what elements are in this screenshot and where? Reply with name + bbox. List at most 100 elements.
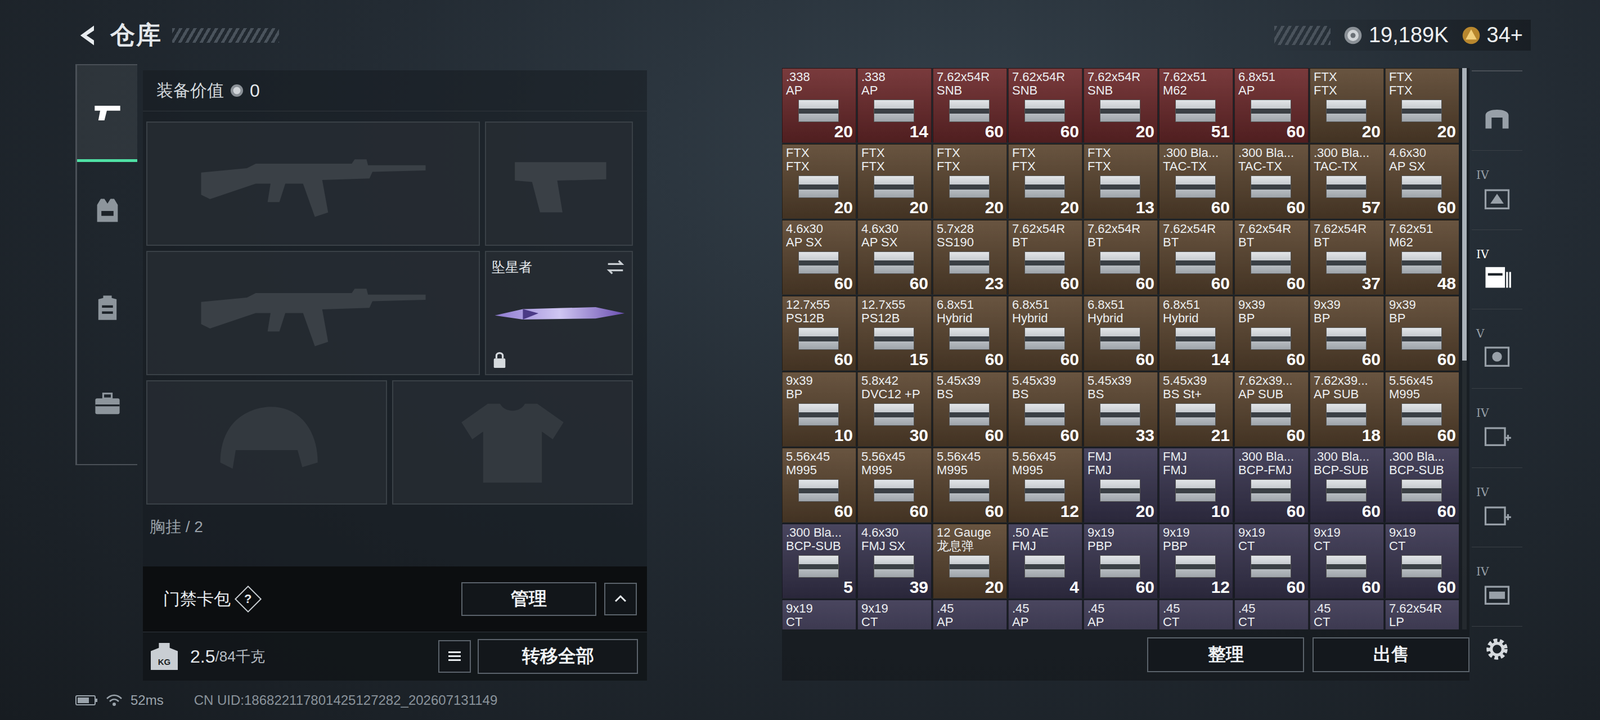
stash-item[interactable]: 7.62x54R SNB 60 xyxy=(1008,68,1083,143)
stash-item[interactable]: FTX FTX 20 xyxy=(857,144,932,219)
stash-item[interactable]: 5.45x39 BS 60 xyxy=(932,371,1008,447)
stash-item[interactable]: 4.6x30 AP SX 60 xyxy=(1385,144,1459,219)
stash-item[interactable]: .300 Bla... BCP-SUB 5 xyxy=(781,523,857,599)
stash-item[interactable]: 7.62x39... AP SUB 18 xyxy=(1309,371,1384,447)
manage-button[interactable]: 管理 xyxy=(461,582,597,617)
stash-item[interactable]: .50 AE FMJ 4 xyxy=(1008,523,1083,599)
back-arrow-icon[interactable] xyxy=(75,23,101,48)
swap-icon[interactable] xyxy=(604,256,627,278)
stash-tab[interactable]: IV xyxy=(1471,388,1523,469)
stash-item[interactable]: 5.56x45 M995 60 xyxy=(857,447,932,523)
stash-item[interactable]: .300 Bla... BCP-SUB 60 xyxy=(1309,447,1384,523)
stash-item[interactable]: FTX FTX 20 xyxy=(1385,68,1459,143)
stash-item[interactable]: 6.8x51 AP 60 xyxy=(1234,68,1309,143)
stash-item[interactable]: 5.56x45 M995 12 xyxy=(1008,447,1083,523)
stash-tab[interactable]: IV xyxy=(1471,468,1523,548)
stash-item[interactable]: 9x39 BP 10 xyxy=(781,371,857,447)
melee-slot[interactable]: 坠星者 xyxy=(484,250,633,376)
rifle-slot[interactable] xyxy=(146,121,480,246)
stash-button[interactable]: 出售 xyxy=(1312,637,1470,673)
stash-item[interactable]: 4.6x30 AP SX 60 xyxy=(857,219,932,295)
armor-slot[interactable] xyxy=(392,380,633,505)
category-tab[interactable] xyxy=(77,258,138,356)
stash-item[interactable]: 6.8x51 Hybrid 60 xyxy=(932,295,1008,371)
stash-item[interactable]: 6.8x51 Hybrid 60 xyxy=(1083,295,1158,371)
stash-item[interactable]: 5.56x45 M995 60 xyxy=(932,447,1008,523)
stash-item[interactable]: FTX FTX 20 xyxy=(781,144,857,219)
stash-item[interactable]: 4.6x30 FMJ SX 39 xyxy=(857,523,932,599)
stash-item[interactable]: 9x19 PBP 60 xyxy=(1083,523,1158,599)
pistol-slot[interactable] xyxy=(484,121,633,246)
list-button[interactable] xyxy=(438,640,471,673)
stash-item[interactable]: .300 Bla... BCP-SUB 60 xyxy=(1385,447,1459,523)
stash-item[interactable]: 9x39 BP 60 xyxy=(1309,295,1384,371)
stash-item[interactable]: .338 AP 20 xyxy=(781,68,857,143)
stash-item[interactable]: .45 AP xyxy=(932,599,1008,630)
stash-item[interactable]: FTX FTX 20 xyxy=(1309,68,1384,143)
stash-item[interactable]: 7.62x51 M62 51 xyxy=(1158,68,1234,143)
stash-item[interactable]: 5.7x28 SS190 23 xyxy=(932,219,1008,295)
stash-item[interactable]: 7.62x54R BT 60 xyxy=(1158,219,1234,295)
stash-tab[interactable]: IV xyxy=(1471,150,1523,231)
stash-item[interactable]: .45 CT xyxy=(1309,599,1384,630)
stash-item[interactable]: 7.62x54R BT 60 xyxy=(1234,219,1309,295)
stash-item[interactable]: 12.7x55 PS12B 15 xyxy=(857,295,932,371)
stash-item[interactable]: .45 CT xyxy=(1158,599,1234,630)
currency[interactable]: 34+ xyxy=(1461,23,1523,48)
stash-tab[interactable]: IV xyxy=(1471,230,1523,310)
stash-item[interactable]: 7.62x54R BT 60 xyxy=(1083,219,1158,295)
stash-item[interactable]: 9x39 BP 60 xyxy=(1234,295,1309,371)
stash-item[interactable]: 5.45x39 BS St+ 21 xyxy=(1158,371,1234,447)
stash-item[interactable]: FMJ FMJ 10 xyxy=(1158,447,1234,523)
stash-item[interactable]: .300 Bla... TAC-TX 57 xyxy=(1309,144,1384,219)
stash-item[interactable]: .45 CT xyxy=(1234,599,1309,630)
stash-button[interactable]: 整理 xyxy=(1147,637,1305,673)
stash-item[interactable]: .338 AP 14 xyxy=(857,68,932,143)
stash-item[interactable]: 6.8x51 Hybrid 60 xyxy=(1008,295,1083,371)
stash-item[interactable]: FMJ FMJ 20 xyxy=(1083,447,1158,523)
stash-item[interactable]: 4.6x30 AP SX 60 xyxy=(781,219,857,295)
stash-item[interactable]: 9x19 PBP 12 xyxy=(1158,523,1234,599)
scrollbar[interactable] xyxy=(1462,68,1467,630)
stash-item[interactable]: 9x19 CT xyxy=(857,599,932,630)
stash-item[interactable]: 9x19 CT 60 xyxy=(1309,523,1384,599)
stash-tab[interactable]: IV xyxy=(1471,547,1523,627)
stash-item[interactable]: 5.56x45 M995 60 xyxy=(1385,371,1459,447)
category-tab[interactable] xyxy=(77,355,138,453)
stash-item[interactable]: 9x39 BP 60 xyxy=(1385,295,1459,371)
collapse-button[interactable] xyxy=(604,582,637,616)
category-tab[interactable] xyxy=(77,65,138,163)
stash-item[interactable]: 7.62x54R BT 37 xyxy=(1309,219,1384,295)
stash-item[interactable]: 12.7x55 PS12B 60 xyxy=(781,295,857,371)
stash-item[interactable]: FTX FTX 20 xyxy=(932,144,1008,219)
stash-tab[interactable]: V xyxy=(1471,309,1523,389)
stash-item[interactable]: .300 Bla... BCP-FMJ 60 xyxy=(1234,447,1309,523)
stash-item[interactable]: 9x19 CT 60 xyxy=(1234,523,1309,599)
stash-item[interactable]: 7.62x54R SNB 20 xyxy=(1083,68,1158,143)
transfer-all-button[interactable]: 转移全部 xyxy=(477,639,638,674)
stash-item[interactable]: 7.62x54R SNB 60 xyxy=(932,68,1008,143)
stash-item[interactable]: FTX FTX 13 xyxy=(1083,144,1158,219)
stash-item[interactable]: 9x19 CT xyxy=(781,599,857,630)
stash-tab[interactable] xyxy=(1471,71,1523,151)
category-tab[interactable] xyxy=(77,162,138,259)
gear-icon[interactable] xyxy=(1482,634,1512,664)
stash-item[interactable]: 12 Gauge 龙息弹 20 xyxy=(932,523,1008,599)
helmet-slot[interactable] xyxy=(146,380,388,505)
stash-item[interactable]: .45 AP xyxy=(1008,599,1083,630)
stash-item[interactable]: 5.45x39 BS 60 xyxy=(1008,371,1083,447)
stash-item[interactable]: 7.62x54R LP xyxy=(1385,599,1459,630)
stash-item[interactable]: 7.62x54R BT 60 xyxy=(1008,219,1083,295)
stash-item[interactable]: .45 AP xyxy=(1083,599,1158,630)
help-badge[interactable]: ? xyxy=(234,585,262,613)
currency[interactable]: 19,189K xyxy=(1342,23,1449,48)
stash-item[interactable]: 7.62x51 M62 48 xyxy=(1385,219,1459,295)
stash-item[interactable]: 5.56x45 M995 60 xyxy=(781,447,857,523)
stash-item[interactable]: .300 Bla... TAC-TX 60 xyxy=(1234,144,1309,219)
stash-item[interactable]: 5.8x42 DVC12 +P 30 xyxy=(857,371,932,447)
stash-item[interactable]: 7.62x39... AP SUB 60 xyxy=(1234,371,1309,447)
stash-item[interactable]: 5.45x39 BS 33 xyxy=(1083,371,1158,447)
stash-item[interactable]: 9x19 CT 60 xyxy=(1385,523,1459,599)
stash-item[interactable]: .300 Bla... TAC-TX 60 xyxy=(1158,144,1234,219)
rifle-slot[interactable] xyxy=(146,250,480,376)
